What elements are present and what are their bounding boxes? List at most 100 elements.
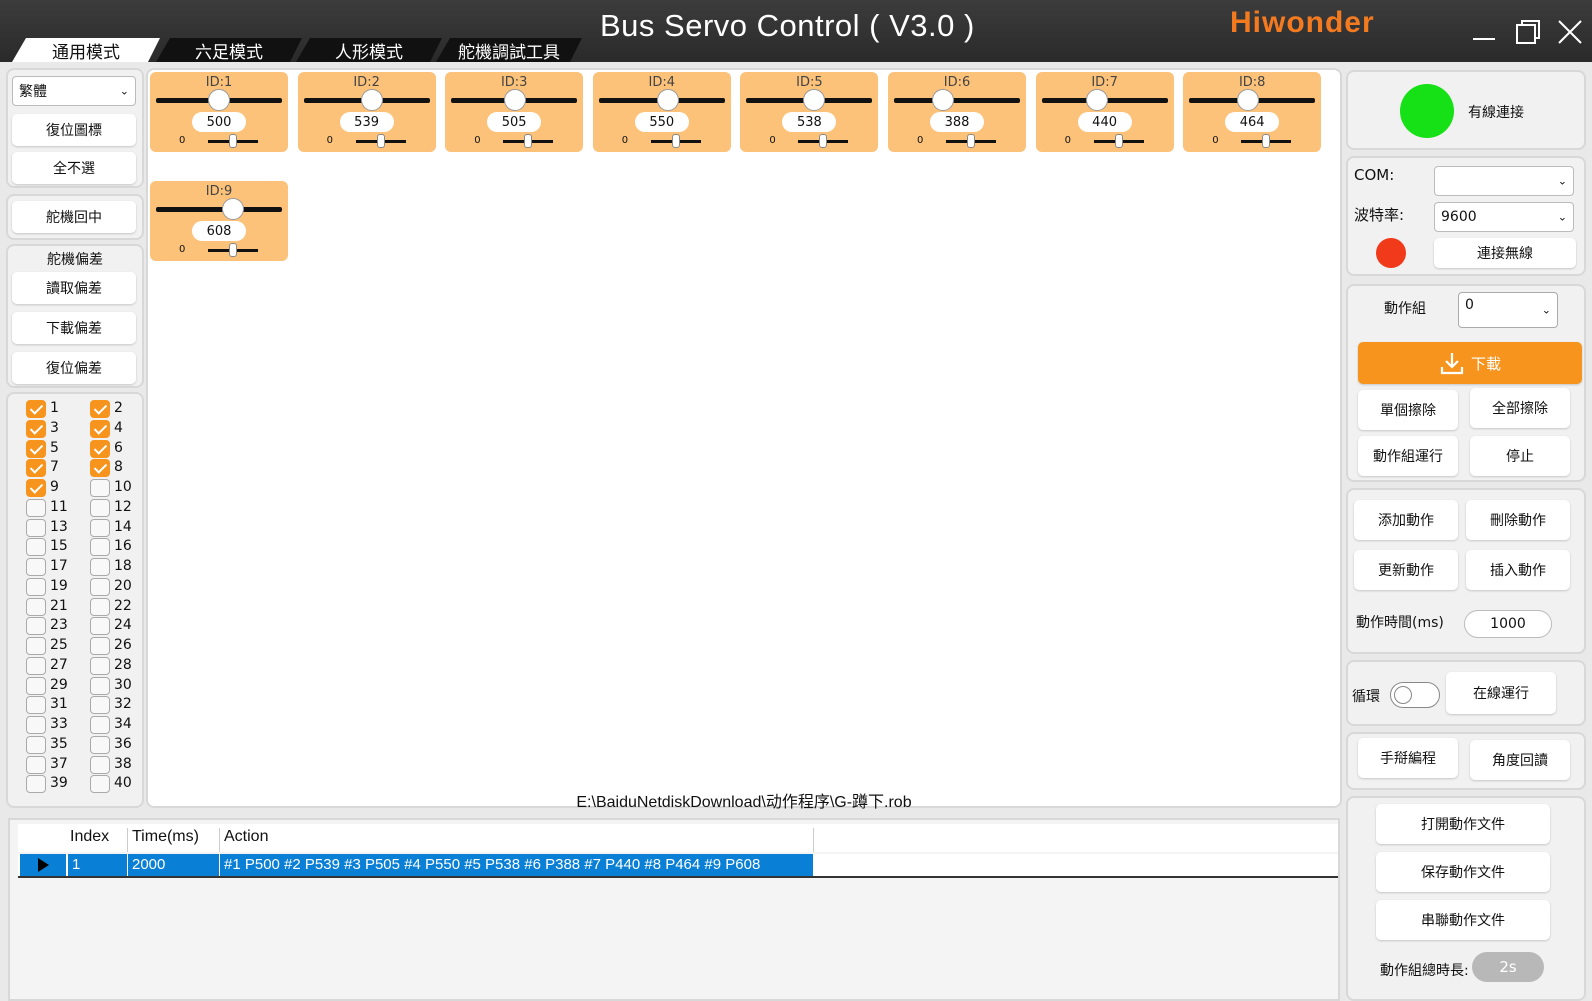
table-row[interactable]: 1 2000 #1 P500 #2 P539 #3 P505 #4 P550 #… [18, 854, 1338, 878]
position-slider[interactable] [156, 207, 282, 212]
servo-checkbox[interactable] [26, 676, 46, 695]
save-action-file-button[interactable]: 保存動作文件 [1376, 852, 1550, 892]
servo-checkbox[interactable] [90, 617, 110, 636]
tab-servo-debug-tool[interactable]: 舵機調試工具 [436, 38, 582, 62]
download-button[interactable]: 下載 [1358, 342, 1582, 384]
offset-slider-thumb[interactable] [1262, 134, 1271, 148]
servo-checkbox[interactable] [26, 577, 46, 596]
connect-wireless-button[interactable]: 連接無線 [1434, 238, 1576, 268]
servo-checkbox[interactable] [26, 637, 46, 655]
com-select[interactable]: ⌄ [1434, 166, 1574, 196]
servo-checkbox[interactable] [26, 439, 46, 458]
servo-center-button[interactable]: 舵機回中 [12, 201, 136, 233]
offset-slider-thumb[interactable] [1114, 134, 1123, 148]
download-offset-button[interactable]: 下載偏差 [12, 312, 136, 344]
servo-checkbox[interactable] [26, 558, 46, 576]
column-index[interactable]: Index [66, 828, 128, 852]
servo-checkbox[interactable] [90, 459, 110, 478]
loop-toggle[interactable] [1390, 682, 1440, 708]
servo-checkbox[interactable] [90, 656, 110, 675]
angle-readback-button[interactable]: 角度回讀 [1470, 740, 1570, 780]
servo-checkbox[interactable] [26, 400, 46, 418]
servo-checkbox[interactable] [90, 558, 110, 576]
position-value[interactable]: 500 [192, 112, 246, 132]
servo-checkbox[interactable] [90, 597, 110, 616]
erase-single-button[interactable]: 單個擦除 [1358, 390, 1458, 430]
servo-checkbox[interactable] [90, 775, 110, 794]
position-value[interactable]: 440 [1077, 112, 1132, 132]
position-value[interactable]: 550 [634, 112, 689, 132]
position-slider[interactable] [894, 98, 1020, 103]
open-action-file-button[interactable]: 打開動作文件 [1376, 804, 1550, 844]
servo-checkbox[interactable] [90, 439, 110, 458]
position-slider-thumb[interactable] [803, 89, 826, 111]
position-slider-thumb[interactable] [360, 89, 383, 111]
servo-checkbox[interactable] [26, 775, 46, 794]
minimize-icon[interactable] [1466, 14, 1502, 50]
servo-checkbox[interactable] [26, 538, 46, 557]
servo-checkbox[interactable] [26, 735, 46, 754]
servo-checkbox[interactable] [26, 479, 46, 497]
servo-checkbox[interactable] [26, 656, 46, 675]
offset-slider-thumb[interactable] [229, 243, 237, 257]
position-value[interactable]: 538 [782, 112, 837, 132]
update-action-button[interactable]: 更新動作 [1354, 550, 1458, 590]
action-time-input[interactable]: 1000 [1464, 610, 1552, 638]
action-group-select[interactable]: 0 ⌄ [1458, 292, 1558, 328]
chain-action-file-button[interactable]: 串聯動作文件 [1376, 900, 1550, 940]
servo-checkbox[interactable] [26, 617, 46, 636]
servo-checkbox[interactable] [90, 400, 110, 418]
servo-checkbox[interactable] [90, 755, 110, 774]
offset-slider-thumb[interactable] [229, 134, 237, 148]
reset-icon-button[interactable]: 復位圖標 [12, 114, 136, 146]
servo-checkbox[interactable] [90, 538, 110, 557]
tab-humanoid-mode[interactable]: 人形模式 [296, 38, 442, 62]
servo-checkbox[interactable] [26, 696, 46, 715]
position-value[interactable]: 608 [192, 221, 246, 241]
position-slider-thumb[interactable] [221, 198, 244, 220]
servo-checkbox[interactable] [90, 518, 110, 537]
position-slider-thumb[interactable] [208, 89, 230, 111]
offset-slider-thumb[interactable] [819, 134, 828, 148]
tab-general-mode[interactable]: 通用模式 [12, 38, 160, 62]
language-select[interactable]: 繁體 ⌄ [12, 76, 136, 106]
servo-checkbox[interactable] [90, 696, 110, 715]
add-action-button[interactable]: 添加動作 [1354, 500, 1458, 540]
position-slider-thumb[interactable] [1236, 89, 1259, 111]
cell-time[interactable]: 2000 [128, 854, 220, 876]
close-icon[interactable] [1552, 14, 1588, 50]
servo-checkbox[interactable] [90, 498, 110, 517]
maximize-icon[interactable] [1510, 14, 1546, 50]
position-slider-thumb[interactable] [931, 89, 954, 111]
servo-checkbox[interactable] [90, 676, 110, 695]
erase-all-button[interactable]: 全部擦除 [1470, 388, 1570, 428]
servo-checkbox[interactable] [90, 735, 110, 754]
servo-checkbox[interactable] [26, 597, 46, 616]
baud-select[interactable]: 9600 ⌄ [1434, 202, 1574, 232]
reset-offset-button[interactable]: 復位偏差 [12, 352, 136, 384]
cell-index[interactable]: 1 [68, 854, 128, 876]
servo-checkbox[interactable] [26, 419, 46, 438]
run-action-group-button[interactable]: 動作組運行 [1358, 436, 1458, 476]
position-value[interactable]: 388 [930, 112, 984, 132]
position-value[interactable]: 464 [1225, 112, 1280, 132]
position-slider-thumb[interactable] [1086, 89, 1109, 111]
insert-action-button[interactable]: 插入動作 [1466, 550, 1570, 590]
servo-checkbox[interactable] [26, 755, 46, 774]
position-slider-thumb[interactable] [657, 89, 680, 111]
offset-slider-thumb[interactable] [524, 134, 533, 148]
handle-program-button[interactable]: 手搿編程 [1358, 738, 1458, 778]
column-action[interactable]: Action [220, 828, 814, 852]
position-slider-thumb[interactable] [503, 89, 526, 111]
tab-hexapod-mode[interactable]: 六足模式 [156, 38, 302, 62]
servo-checkbox[interactable] [26, 716, 46, 734]
offset-slider-thumb[interactable] [671, 134, 680, 148]
online-run-button[interactable]: 在線運行 [1446, 672, 1556, 714]
servo-checkbox[interactable] [26, 518, 46, 537]
servo-checkbox[interactable] [26, 459, 46, 478]
delete-action-button[interactable]: 刪除動作 [1466, 500, 1570, 540]
servo-checkbox[interactable] [90, 419, 110, 438]
position-value[interactable]: 539 [339, 112, 394, 132]
servo-checkbox[interactable] [90, 716, 110, 734]
stop-button[interactable]: 停止 [1470, 436, 1570, 476]
